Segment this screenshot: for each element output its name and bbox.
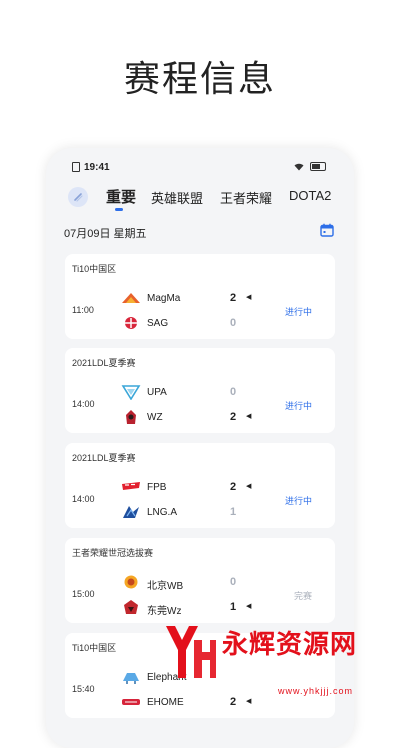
tab-lol[interactable]: 英雄联盟 xyxy=(151,188,203,207)
team-row: 北京WB 0 xyxy=(121,574,271,592)
winner-arrow-icon: ◀ xyxy=(246,603,252,610)
calendar-icon[interactable] xyxy=(320,223,334,237)
menu-icon xyxy=(74,193,83,202)
beijing-wb-logo-icon xyxy=(124,575,138,589)
watermark-url: www.yhkjjj.com xyxy=(278,686,354,696)
elephant-logo-icon xyxy=(123,673,139,684)
tab-bar: 重要 英雄联盟 王者荣耀 DOTA2 xyxy=(46,184,354,214)
date-bar: 07月09日 星期五 xyxy=(58,220,342,244)
team-score: 2 xyxy=(230,481,237,493)
team-score: 1 xyxy=(230,506,237,518)
team-row: FPB 2 ◀ xyxy=(121,479,271,497)
team-name: WZ xyxy=(147,412,163,423)
match-card[interactable]: 王者荣耀世冠选拔赛 15:00 北京WB 0 东莞Wz 1 ◀ 完赛 xyxy=(65,538,335,623)
upa-logo-icon xyxy=(121,385,141,400)
page-headline: 赛程信息 xyxy=(123,58,276,99)
team-score: 0 xyxy=(230,576,237,588)
team-score: 1 xyxy=(230,601,237,613)
lnga-logo-icon xyxy=(123,506,139,518)
league-name: Ti10中国区 xyxy=(72,264,117,274)
team-row: WZ 2 ◀ xyxy=(121,409,271,427)
team-score: 2 xyxy=(230,411,237,423)
sag-logo-icon xyxy=(125,317,137,329)
team-name: LNG.A xyxy=(147,507,178,518)
site-watermark: 永辉资源网 www.yhkjjj.com xyxy=(160,620,400,710)
match-time: 14:00 xyxy=(72,399,95,409)
dongguan-wz-logo-icon xyxy=(124,600,138,614)
league-name: 2021LDL夏季赛 xyxy=(72,453,136,463)
match-status: 进行中 xyxy=(284,401,312,411)
wz-logo-icon xyxy=(126,410,136,424)
team-name: UPA xyxy=(147,387,167,398)
wifi-icon xyxy=(294,163,304,170)
battery-icon xyxy=(310,162,326,171)
sim-icon xyxy=(72,162,80,172)
ehome-logo-icon xyxy=(122,699,140,705)
team-row: 东莞Wz 1 ◀ xyxy=(121,599,271,617)
team-score: 0 xyxy=(230,386,237,398)
team-name: MagMa xyxy=(147,293,181,304)
match-card[interactable]: 2021LDL夏季赛 14:00 UPA 0 WZ 2 ◀ 进行中 xyxy=(65,348,335,433)
status-icons xyxy=(294,162,326,171)
team-score: 0 xyxy=(230,317,237,329)
team-row: SAG 0 xyxy=(121,315,271,333)
team-name: 东莞Wz xyxy=(147,606,182,617)
match-time: 15:00 xyxy=(72,589,95,599)
watermark-title: 永辉资源网 xyxy=(222,629,358,659)
fpb-logo-icon xyxy=(122,482,140,490)
team-row: UPA 0 xyxy=(121,384,271,402)
league-name: 2021LDL夏季赛 xyxy=(72,358,136,368)
team-score: 2 xyxy=(230,292,237,304)
menu-button[interactable] xyxy=(68,187,88,207)
watermark-logo-icon xyxy=(166,626,216,678)
league-name: Ti10中国区 xyxy=(72,643,117,653)
match-time: 11:00 xyxy=(72,305,94,315)
team-row: MagMa 2 ◀ xyxy=(121,290,271,308)
team-row: LNG.A 1 xyxy=(121,504,271,522)
league-name: 王者荣耀世冠选拔赛 xyxy=(72,548,154,558)
winner-arrow-icon: ◀ xyxy=(246,413,252,420)
winner-arrow-icon: ◀ xyxy=(246,483,252,490)
date-label: 07月09日 星期五 xyxy=(64,228,147,240)
status-time: 19:41 xyxy=(84,162,110,173)
tab-honor-of-kings[interactable]: 王者荣耀 xyxy=(220,188,272,207)
tab-important[interactable]: 重要 xyxy=(106,186,136,211)
magma-logo-icon xyxy=(122,293,140,303)
match-card[interactable]: Ti10中国区 11:00 MagMa 2 ◀ SAG 0 进行中 xyxy=(65,254,335,339)
match-card[interactable]: 2021LDL夏季赛 14:00 FPB 2 ◀ LNG.A 1 进行中 xyxy=(65,443,335,528)
match-status: 进行中 xyxy=(284,496,312,506)
winner-arrow-icon: ◀ xyxy=(246,294,252,301)
tab-dota2[interactable]: DOTA2 xyxy=(289,188,331,203)
team-name: FPB xyxy=(147,482,167,493)
match-status: 进行中 xyxy=(284,307,312,317)
status-bar: 19:41 xyxy=(46,158,354,178)
team-name: 北京WB xyxy=(147,581,184,592)
team-name: SAG xyxy=(147,318,169,329)
match-status: 完赛 xyxy=(293,591,312,601)
match-time: 14:00 xyxy=(72,494,95,504)
match-time: 15:40 xyxy=(72,684,95,694)
